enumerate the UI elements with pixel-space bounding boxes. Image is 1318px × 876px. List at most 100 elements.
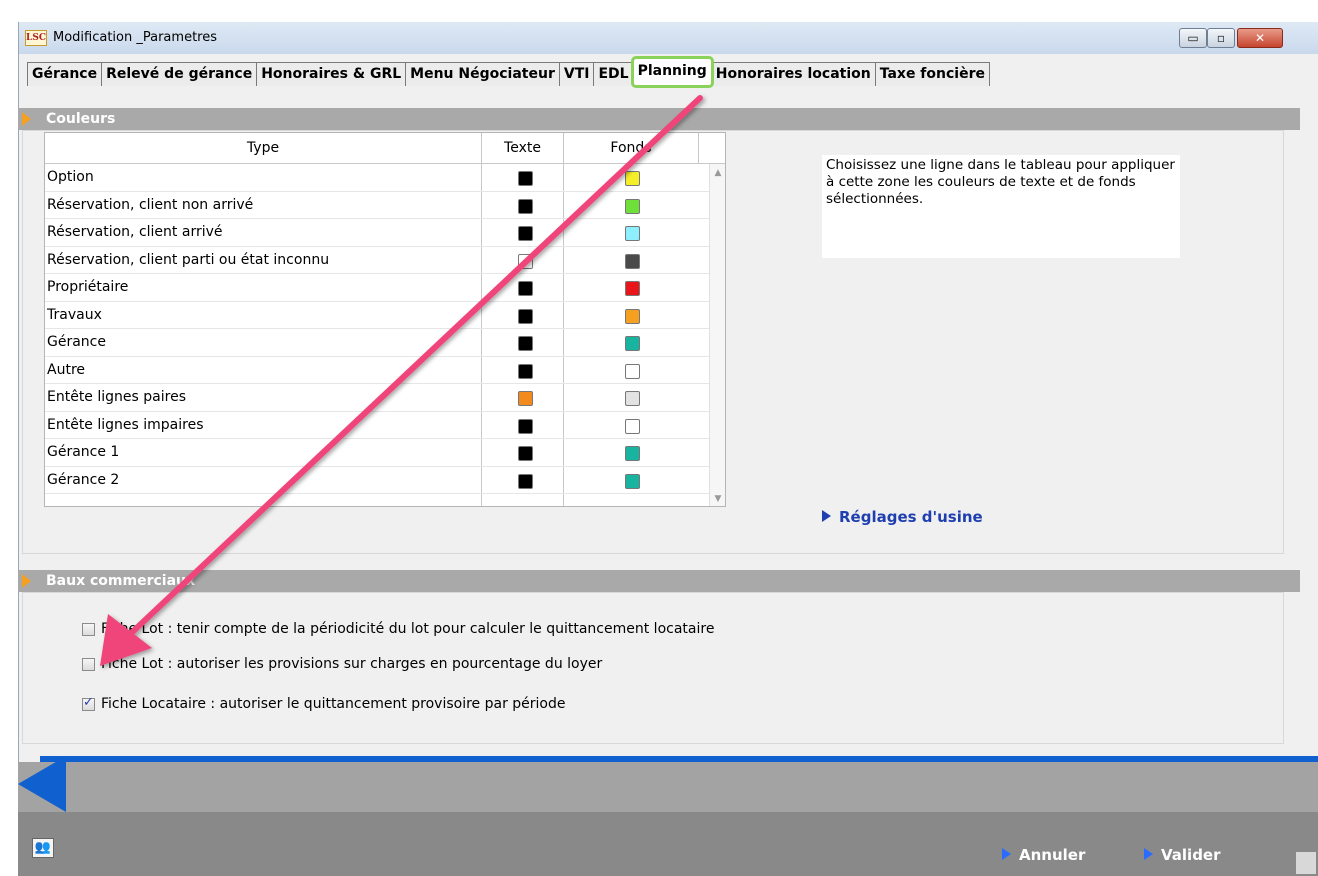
accent-band xyxy=(40,756,1318,762)
section-couleurs-title: Couleurs xyxy=(46,111,116,127)
text-color-swatch[interactable] xyxy=(518,253,533,269)
app-logo: LSC xyxy=(25,30,47,46)
column-divider xyxy=(563,494,564,506)
column-divider xyxy=(563,384,564,411)
text-color-swatch[interactable] xyxy=(518,171,533,186)
table-row[interactable]: Autre xyxy=(45,356,709,384)
table-row[interactable]: Réservation, client non arrivé xyxy=(45,191,709,219)
scroll-up-icon[interactable]: ▲ xyxy=(710,168,725,178)
tab-planning[interactable]: Planning xyxy=(630,56,714,88)
vertical-scrollbar[interactable]: ▲ ▼ xyxy=(709,164,725,506)
resize-grip[interactable] xyxy=(1296,852,1316,874)
table-row[interactable]: Gérance xyxy=(45,329,709,357)
text-color-swatch[interactable] xyxy=(518,281,533,296)
cell-type: Réservation, client parti ou état inconn… xyxy=(47,251,330,268)
column-header-texte[interactable]: Texte xyxy=(482,133,564,164)
table-row[interactable]: Réservation, client arrivé xyxy=(45,219,709,247)
cancel-button[interactable]: Annuler xyxy=(1002,846,1085,864)
option-provisions[interactable]: Fiche Lot : autoriser les provisions sur… xyxy=(82,655,602,673)
color-preview-hint: Choisissez une ligne dans le tableau pou… xyxy=(822,155,1180,258)
window-title: Modification _Parametres xyxy=(53,30,217,45)
section-baux-header: Baux commerciaux xyxy=(18,570,1300,592)
column-divider xyxy=(481,356,482,383)
background-color-swatch[interactable] xyxy=(625,281,640,296)
column-divider xyxy=(481,329,482,356)
text-color-swatch[interactable] xyxy=(518,226,533,241)
text-color-swatch[interactable] xyxy=(518,198,533,214)
column-divider xyxy=(563,356,564,383)
background-color-swatch[interactable] xyxy=(625,198,640,214)
table-row[interactable]: Entête lignes paires xyxy=(45,384,709,412)
column-divider xyxy=(563,219,564,246)
background-color-swatch[interactable] xyxy=(625,363,640,379)
cell-type: Travaux xyxy=(47,306,102,323)
background-color-swatch[interactable] xyxy=(625,253,640,269)
tab-bar: Gérance Relevé de gérance Honoraires & GRL… xyxy=(27,56,990,88)
tab-honoraires-grl[interactable]: Honoraires & GRL xyxy=(256,62,407,86)
background-color-swatch[interactable] xyxy=(625,308,640,324)
cell-type: Réservation, client arrivé xyxy=(47,224,223,240)
table-row[interactable]: Entête lignes impaires xyxy=(45,411,709,439)
maximize-button[interactable]: ▫ xyxy=(1207,28,1235,48)
factory-settings-link[interactable]: Réglages d'usine xyxy=(822,508,983,526)
users-icon[interactable]: 👥 xyxy=(32,838,54,858)
scroll-down-icon[interactable]: ▼ xyxy=(710,494,725,504)
option-periodicite[interactable]: Fiche Lot : tenir compte de la périodici… xyxy=(82,620,714,638)
background-color-swatch[interactable] xyxy=(625,473,640,489)
background-color-swatch[interactable] xyxy=(625,391,640,406)
chevron-right-icon xyxy=(22,112,31,126)
chevron-right-icon xyxy=(822,510,831,522)
cell-type: Option xyxy=(47,169,94,185)
footer-bar: 👥 Annuler Valider xyxy=(18,812,1318,876)
tab-vti[interactable]: VTI xyxy=(558,62,595,86)
background-color-swatch[interactable] xyxy=(625,418,640,434)
status-band xyxy=(18,762,1318,812)
checkbox[interactable] xyxy=(82,695,95,711)
table-row[interactable]: Gérance 1 xyxy=(45,439,709,467)
table-row[interactable]: Option xyxy=(45,164,709,192)
text-color-swatch[interactable] xyxy=(518,391,533,406)
section-couleurs-header: Couleurs xyxy=(18,108,1300,130)
tab-menu-n-gociateur[interactable]: Menu Négociateur xyxy=(405,62,560,86)
tab-g-rance[interactable]: Gérance xyxy=(27,62,103,86)
background-color-swatch[interactable] xyxy=(625,446,640,461)
cell-type: Entête lignes impaires xyxy=(47,416,204,433)
column-divider xyxy=(481,466,482,493)
column-divider xyxy=(481,439,482,466)
chevron-right-icon xyxy=(1144,848,1153,860)
table-row[interactable]: Travaux xyxy=(45,301,709,329)
table-row[interactable]: Réservation, client parti ou état inconn… xyxy=(45,246,709,274)
column-header-type[interactable]: Type xyxy=(45,133,482,164)
column-divider xyxy=(563,466,564,493)
column-divider xyxy=(481,274,482,301)
tab-relev-de-g-rance[interactable]: Relevé de gérance xyxy=(101,62,258,86)
text-color-swatch[interactable] xyxy=(518,446,533,461)
checkbox[interactable] xyxy=(82,622,95,636)
close-button[interactable]: ✕ xyxy=(1237,28,1283,48)
column-divider xyxy=(563,439,564,466)
tab-honoraires-location[interactable]: Honoraires location xyxy=(710,62,876,86)
tab-edl[interactable]: EDL xyxy=(593,62,634,86)
background-color-swatch[interactable] xyxy=(625,171,640,186)
column-divider xyxy=(563,191,564,218)
title-bar[interactable]: LSC Modification _Parametres ▭ ▫ ✕ xyxy=(19,22,1318,54)
column-header-fonds[interactable]: Fonds xyxy=(564,133,699,164)
validate-button[interactable]: Valider xyxy=(1144,846,1221,864)
checkbox[interactable] xyxy=(82,657,95,671)
table-row[interactable]: Propriétaire xyxy=(45,274,709,302)
cell-type: Gérance 1 xyxy=(47,444,120,460)
background-color-swatch[interactable] xyxy=(625,226,640,241)
chevron-right-icon xyxy=(1002,848,1011,860)
text-color-swatch[interactable] xyxy=(518,418,533,434)
text-color-swatch[interactable] xyxy=(518,336,533,351)
background-color-swatch[interactable] xyxy=(625,336,640,351)
tab-taxe-fonci-re[interactable]: Taxe foncière xyxy=(874,62,990,86)
factory-settings-label: Réglages d'usine xyxy=(839,508,983,526)
cancel-label: Annuler xyxy=(1019,846,1086,864)
text-color-swatch[interactable] xyxy=(518,363,533,379)
text-color-swatch[interactable] xyxy=(518,473,533,489)
minimize-button[interactable]: ▭ xyxy=(1179,28,1207,48)
table-row[interactable]: Gérance 2 xyxy=(45,466,709,494)
text-color-swatch[interactable] xyxy=(518,308,533,324)
option-quittancement[interactable]: Fiche Locataire : autoriser le quittance… xyxy=(82,695,565,713)
